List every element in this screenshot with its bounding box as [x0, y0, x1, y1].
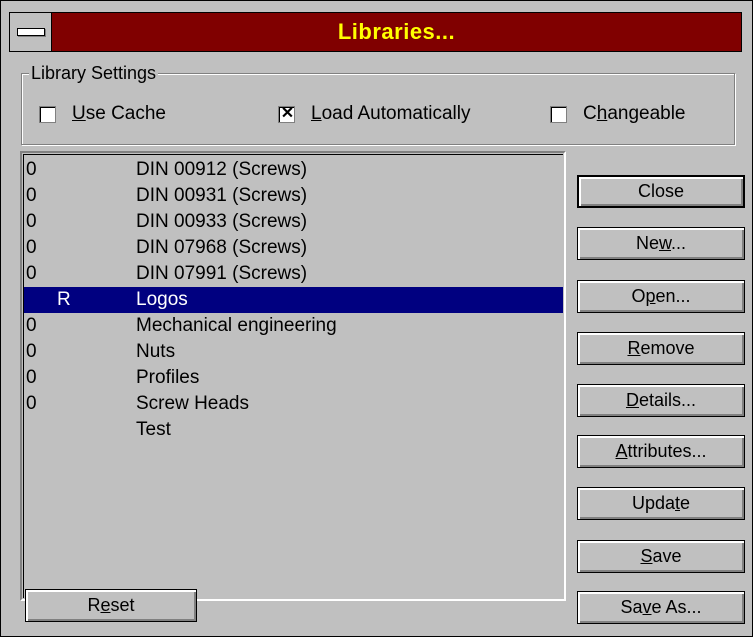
save-as-button[interactable]: Save As... — [577, 591, 745, 624]
library-flag: 0 — [26, 315, 37, 336]
load-automatically-checkbox[interactable]: ✕ Load Automatically — [278, 103, 471, 125]
window-title: Libraries... — [337, 19, 456, 44]
changeable-box[interactable] — [550, 105, 567, 123]
new-button[interactable]: New... — [577, 227, 745, 260]
library-name: DIN 00933 (Screws) — [136, 211, 308, 232]
library-flag: 0 — [26, 341, 37, 362]
use-cache-label: Use Cache — [72, 103, 167, 124]
list-item[interactable]: 0 DIN 00912 (Screws) — [24, 157, 563, 183]
system-menu-button[interactable] — [10, 13, 52, 51]
save-button[interactable]: Save — [577, 540, 745, 573]
library-name: Logos — [136, 289, 188, 310]
open-button[interactable]: Open... — [577, 280, 745, 313]
library-flag: 0 — [26, 393, 37, 414]
changeable-label: Changeable — [583, 103, 686, 124]
library-name: Mechanical engineering — [136, 315, 337, 336]
list-item[interactable]: 0 DIN 07991 (Screws) — [24, 261, 563, 287]
list-item[interactable]: 0 DIN 07968 (Screws) — [24, 235, 563, 261]
update-button[interactable]: Update — [577, 487, 745, 520]
library-settings-label: Library Settings — [29, 63, 159, 84]
use-cache-checkbox[interactable]: Use Cache — [39, 103, 166, 125]
library-flag: 0 — [26, 185, 37, 206]
details-button[interactable]: Details... — [577, 384, 745, 417]
library-flag: 0 — [26, 367, 37, 388]
load-automatically-label: Load Automatically — [311, 103, 471, 124]
close-button[interactable]: Close — [577, 175, 745, 208]
use-cache-box[interactable] — [39, 105, 56, 123]
library-flag: R — [57, 289, 71, 310]
library-name: Test — [136, 419, 171, 440]
remove-button[interactable]: Remove — [577, 332, 745, 365]
library-name: Nuts — [136, 341, 176, 362]
attributes-button[interactable]: Attributes... — [577, 435, 745, 468]
list-item[interactable]: 0 Profiles — [24, 365, 563, 391]
list-item[interactable]: 0 Screw Heads — [24, 391, 563, 417]
library-name: DIN 07991 (Screws) — [136, 263, 308, 284]
reset-button[interactable]: Reset — [25, 589, 197, 622]
list-item[interactable]: Test — [24, 417, 563, 443]
list-item[interactable]: 0 DIN 00931 (Screws) — [24, 183, 563, 209]
title-bar[interactable]: Libraries... — [9, 12, 742, 52]
library-list-inner: 0 DIN 00912 (Screws) 0 DIN 00931 (Screws) 0 D… — [23, 154, 563, 598]
library-flag: 0 — [26, 263, 37, 284]
list-item[interactable]: 0 DIN 00933 (Screws) — [24, 209, 563, 235]
library-name: DIN 00931 (Screws) — [136, 185, 308, 206]
list-item[interactable]: R Logos — [24, 287, 563, 313]
library-name: DIN 00912 (Screws) — [136, 159, 308, 180]
checkmark-icon: ✕ — [280, 104, 295, 122]
library-list[interactable]: 0 DIN 00912 (Screws) 0 DIN 00931 (Screws) 0 D… — [20, 151, 566, 601]
list-item[interactable]: 0 Mechanical engineering — [24, 313, 563, 339]
library-name: DIN 07968 (Screws) — [136, 237, 308, 258]
list-item[interactable]: 0 Nuts — [24, 339, 563, 365]
libraries-dialog: Libraries... Library Settings Use Cache … — [0, 0, 753, 637]
library-name: Profiles — [136, 367, 200, 388]
load-automatically-box[interactable]: ✕ — [278, 104, 295, 123]
library-flag: 0 — [26, 237, 37, 258]
library-flag: 0 — [26, 211, 37, 232]
library-name: Screw Heads — [136, 393, 249, 414]
changeable-checkbox[interactable]: Changeable — [550, 103, 686, 125]
system-menu-icon — [17, 28, 45, 36]
library-flag: 0 — [26, 159, 37, 180]
